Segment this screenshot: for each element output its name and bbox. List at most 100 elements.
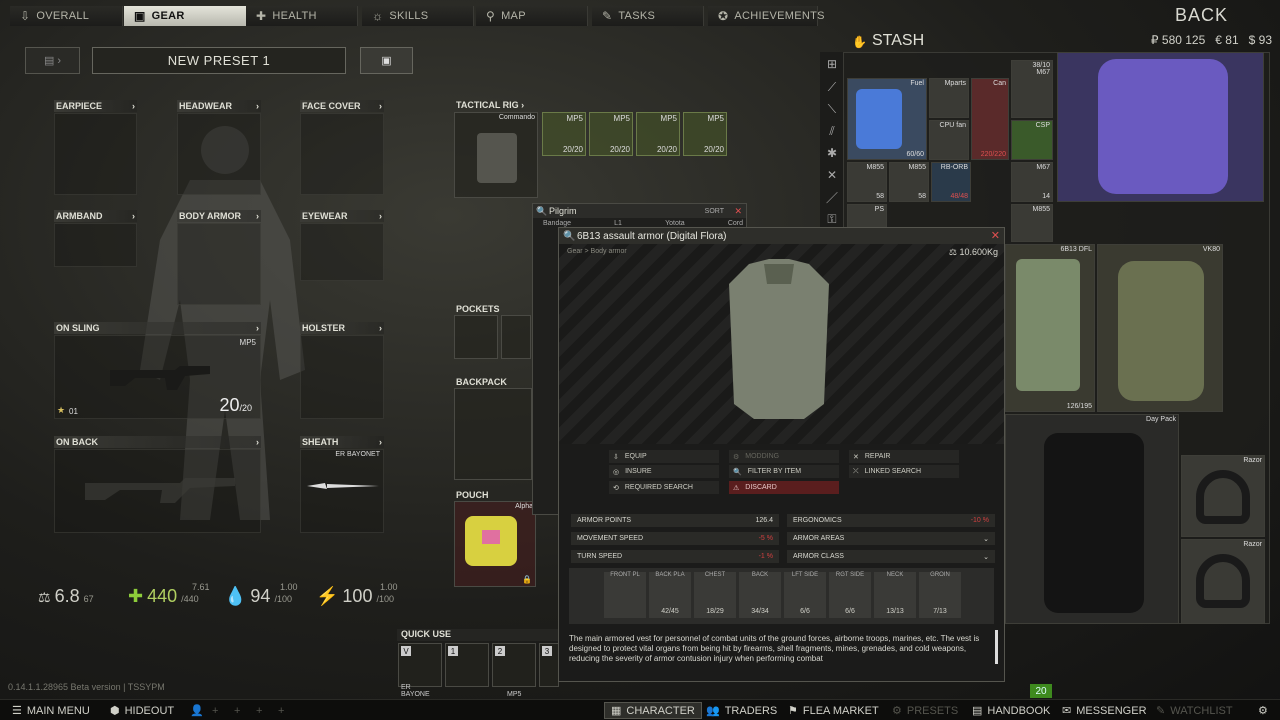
repair-button[interactable]: ✕ REPAIR xyxy=(849,450,959,463)
stash-item-fuel[interactable]: Fuel 60/60 xyxy=(847,78,927,160)
armband-slot[interactable] xyxy=(54,223,137,267)
health-stat: ✚ 440/440 7.61 xyxy=(128,582,210,606)
on-sling-slot[interactable]: MP5 ★ 01 20/20 xyxy=(54,335,261,419)
stash-item-rb-orb[interactable]: RB-ORB 48/48 xyxy=(931,162,971,202)
handbook-button[interactable]: ▤ HANDBOOK xyxy=(966,702,1056,719)
keys-filter-icon[interactable]: ⚿ xyxy=(823,210,841,228)
zone-back-plate[interactable]: BACK PLA 42/45 xyxy=(649,572,691,618)
rig-pocket-1[interactable]: MP5 20/20 xyxy=(542,112,586,156)
stash-item-can[interactable]: Can 220/220 xyxy=(971,78,1009,160)
preset-list-button[interactable]: ▤ › xyxy=(25,47,80,74)
stash-item-m855-3[interactable]: M855 xyxy=(1011,204,1053,242)
headwear-slot[interactable] xyxy=(177,113,261,195)
tactical-rig-slot[interactable]: Commando xyxy=(454,112,538,198)
tab-gear[interactable]: ▣ GEAR xyxy=(124,6,252,26)
character-button[interactable]: ▦ CHARACTER xyxy=(604,702,702,719)
quick-slot-v[interactable]: V ER BAYONE xyxy=(398,643,442,698)
stash-item-cpu-fan[interactable]: CPU fan xyxy=(929,120,969,160)
zone-back[interactable]: BACK 34/34 xyxy=(739,572,781,618)
pocket-slot-2[interactable] xyxy=(501,315,531,359)
stash-item-mparts[interactable]: Mparts xyxy=(929,78,969,118)
tab-achievements[interactable]: ✪ ACHIEVEMENTS xyxy=(708,6,824,26)
description-scrollbar[interactable] xyxy=(995,630,998,664)
rig-pocket-2[interactable]: MP5 20/20 xyxy=(589,112,633,156)
stash-item-m855-2[interactable]: M855 58 xyxy=(889,162,929,202)
rig-pocket-3[interactable]: MP5 20/20 xyxy=(636,112,680,156)
tab-tasks[interactable]: ✎ TASKS xyxy=(592,6,704,26)
linked-search-button[interactable]: ⤫ LINKED SEARCH xyxy=(849,465,959,478)
hideout-button[interactable]: ⬢ HIDEOUT xyxy=(104,702,180,719)
discard-button[interactable]: ⚠ DISCARD xyxy=(729,481,839,494)
sheath-slot[interactable]: ER BAYONET xyxy=(300,449,384,533)
backpack-slot[interactable] xyxy=(454,388,532,480)
save-preset-button[interactable]: ▣ xyxy=(360,47,413,74)
filter-by-item-button[interactable]: 🔍 FILTER BY ITEM xyxy=(729,465,839,478)
sort-button[interactable]: SORT xyxy=(705,208,724,215)
stash-item-pilgrim-backpack[interactable] xyxy=(1057,52,1264,202)
grid-filter-icon[interactable]: ⊞ xyxy=(823,55,841,73)
back-button[interactable]: BACK xyxy=(1175,5,1228,26)
armor-class-row[interactable]: ARMOR CLASS ⌄ xyxy=(787,550,995,563)
zone-chest[interactable]: CHEST 18/29 xyxy=(694,572,736,618)
settings-button[interactable]: ⚙ xyxy=(1252,702,1274,719)
item-inspect-window[interactable]: 🔍 6B13 assault armor (Digital Flora) ✕ G… xyxy=(558,227,1005,682)
empty-slot-3[interactable]: + xyxy=(250,702,268,719)
stash-item-razor-1[interactable]: Razor xyxy=(1181,455,1265,537)
stash-item-m67-2[interactable]: M67 14 xyxy=(1011,162,1053,202)
rig-pocket-4[interactable]: MP5 20/20 xyxy=(683,112,727,156)
holster-slot[interactable] xyxy=(300,335,384,419)
zone-front-plate[interactable]: FRONT PL xyxy=(604,572,646,618)
traders-button[interactable]: 👥 TRADERS xyxy=(700,702,783,719)
close-icon[interactable]: ✕ xyxy=(734,206,742,217)
flea-market-button[interactable]: ⚑ FLEA MARKET xyxy=(782,702,885,719)
messenger-button[interactable]: ✉ MESSENGER xyxy=(1056,702,1153,719)
modding-button[interactable]: ⚙ MODDING xyxy=(729,450,839,463)
pouch-slot[interactable]: Alpha 🔒 xyxy=(454,501,536,587)
insure-button[interactable]: ◎ INSURE xyxy=(609,465,719,478)
misc-filter-icon[interactable]: ／ xyxy=(823,188,841,206)
body-armor-slot[interactable] xyxy=(177,223,261,305)
empty-slot-2[interactable]: + xyxy=(228,702,246,719)
zone-neck[interactable]: NECK 13/13 xyxy=(874,572,916,618)
quick-use-label: QUICK USE xyxy=(397,629,567,641)
main-menu-button[interactable]: ☰ MAIN MENU xyxy=(6,702,96,719)
tab-overall[interactable]: ⇩ OVERALL xyxy=(10,6,123,26)
stash-item-m855-1[interactable]: M855 58 xyxy=(847,162,887,202)
armor-areas-row[interactable]: ARMOR AREAS ⌄ xyxy=(787,532,995,545)
document-icon: ▤ › xyxy=(43,55,62,67)
pocket-slot-1[interactable] xyxy=(454,315,498,359)
zone-groin[interactable]: GROIN 7/13 xyxy=(919,572,961,618)
zone-left-side[interactable]: LFT SIDE 6/6 xyxy=(784,572,826,618)
stash-item-6b13[interactable]: 6B13 DFL 126/195 xyxy=(1005,244,1095,412)
medical-filter-icon[interactable]: ✱ xyxy=(823,144,841,162)
earpiece-slot[interactable] xyxy=(54,113,137,195)
quick-slot-1[interactable]: 1 xyxy=(445,643,489,687)
face-cover-slot[interactable] xyxy=(300,113,384,195)
stash-item-day-pack[interactable]: Day Pack xyxy=(1005,414,1179,624)
weapon-filter-icon[interactable]: ⟋ xyxy=(823,78,841,96)
required-search-button[interactable]: ⟲ REQUIRED SEARCH xyxy=(609,481,719,494)
watchlist-button[interactable]: ✎ WATCHLIST xyxy=(1150,702,1239,719)
empty-slot-4[interactable]: + xyxy=(272,702,290,719)
stash-item-vk80[interactable]: VK80 xyxy=(1097,244,1223,412)
quick-slot-2[interactable]: 2 MP5 xyxy=(492,643,536,698)
stash-item-csp[interactable]: CSP xyxy=(1011,120,1053,160)
preset-name-field[interactable]: NEW PRESET 1 xyxy=(92,47,346,74)
tab-skills[interactable]: ☼ SKILLS xyxy=(362,6,474,26)
presets-button[interactable]: ⚙ PRESETS xyxy=(886,702,964,719)
tab-map[interactable]: ⚲ MAP xyxy=(476,6,588,26)
item-preview[interactable] xyxy=(559,244,1004,444)
close-icon[interactable]: ✕ xyxy=(991,229,1000,242)
stash-item-m67[interactable]: 38/10 M67 xyxy=(1011,60,1053,118)
tools-filter-icon[interactable]: ✕ xyxy=(823,166,841,184)
on-back-slot[interactable] xyxy=(54,449,261,533)
empty-slot-1[interactable]: + xyxy=(206,702,224,719)
ammo-filter-icon[interactable]: ⫽ xyxy=(823,122,841,140)
quick-slot-3[interactable]: 3 xyxy=(539,643,559,687)
knife-filter-icon[interactable]: ⟍ xyxy=(823,100,841,118)
tab-health[interactable]: ✚ HEALTH xyxy=(246,6,358,26)
stash-item-razor-2[interactable]: Razor xyxy=(1181,539,1265,624)
eyewear-slot[interactable] xyxy=(300,223,384,281)
equip-button[interactable]: ⇩ EQUIP xyxy=(609,450,719,463)
zone-right-side[interactable]: RGT SIDE 6/6 xyxy=(829,572,871,618)
